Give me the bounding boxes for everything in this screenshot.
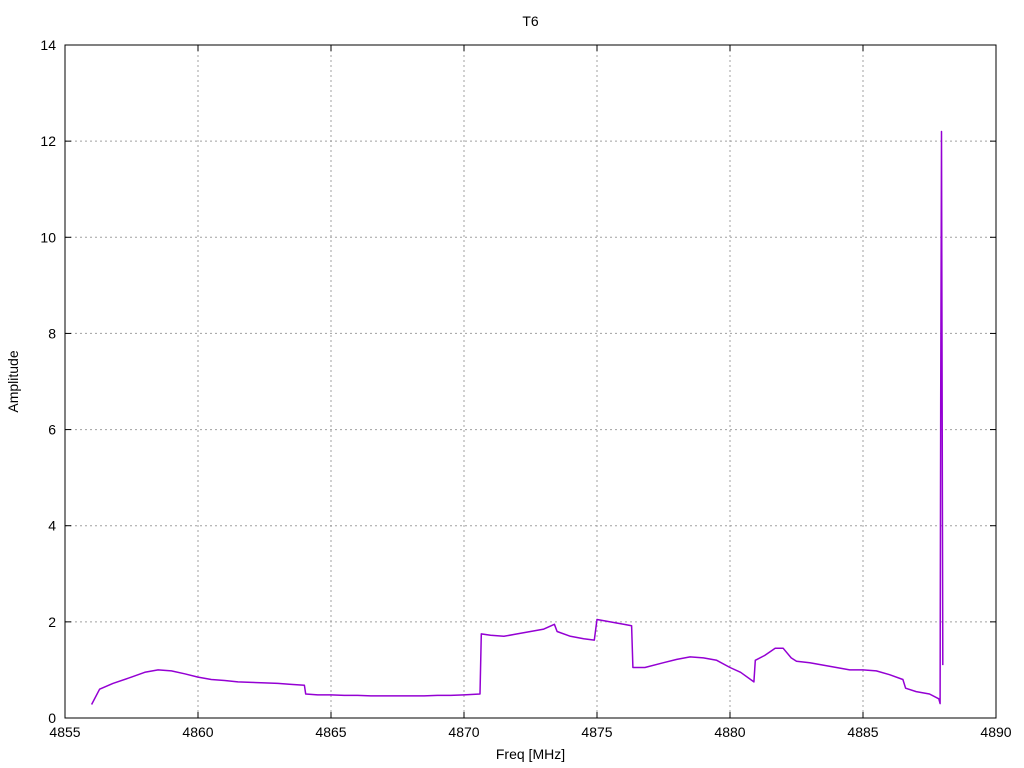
- x-tick-label: 4885: [847, 724, 878, 740]
- x-axis-title: Freq [MHz]: [496, 746, 565, 762]
- y-tick-label: 6: [48, 422, 56, 438]
- y-axis-title: Amplitude: [5, 350, 21, 412]
- x-tick-label: 4855: [49, 724, 80, 740]
- x-tick-label: 4870: [448, 724, 479, 740]
- x-tick-label: 4890: [980, 724, 1011, 740]
- x-tick-label: 4860: [182, 724, 213, 740]
- grid-lines: [65, 45, 996, 718]
- series-layer: [90, 130, 944, 705]
- chart-title: T6: [522, 13, 539, 29]
- y-tick-label: 8: [48, 325, 56, 341]
- axis-ticks: 4855 4860 4865 4870 4875 4880 4885 4890 0 2 4 6 8 10 1…: [40, 37, 1011, 740]
- y-tick-label: 14: [40, 37, 56, 53]
- x-tick-label: 4875: [581, 724, 612, 740]
- x-tick-label: 4880: [714, 724, 745, 740]
- line-chart: 4855 4860 4865 4870 4875 4880 4885 4890 0 2 4 6 8 10 1…: [5, 13, 1012, 762]
- y-tick-label: 2: [48, 614, 56, 630]
- series-line: [90, 130, 944, 705]
- plot-border: [64, 44, 997, 719]
- x-tick-label: 4865: [315, 724, 346, 740]
- y-tick-label: 12: [40, 133, 56, 149]
- y-tick-label: 4: [48, 518, 56, 534]
- y-tick-label: 10: [40, 229, 56, 245]
- y-tick-label: 0: [48, 710, 56, 726]
- chart-container: 4855 4860 4865 4870 4875 4880 4885 4890 0 2 4 6 8 10 1…: [0, 0, 1024, 768]
